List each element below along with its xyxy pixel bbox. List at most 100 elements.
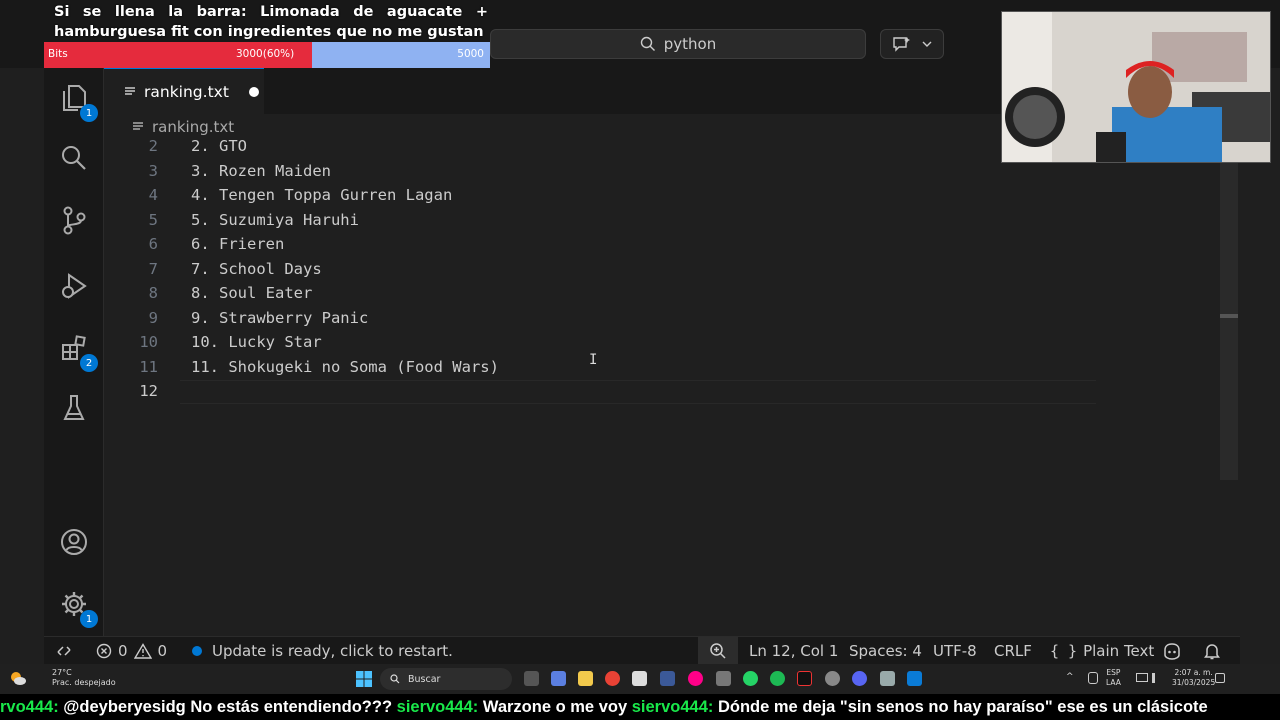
windows-start-icon[interactable] — [356, 671, 372, 687]
windows-taskbar: 27°C Prac. despejado Buscar ^ ESP LAA 2:… — [0, 664, 1280, 694]
source-control-icon[interactable] — [56, 202, 92, 238]
account-icon[interactable] — [56, 524, 92, 560]
code-editor[interactable]: 2 2. GTO 3 3. Rozen Maiden 4 4. Tengen Toppa … — [104, 137, 1238, 636]
line-text: 4. Tengen Toppa Gurren Lagan — [191, 186, 453, 204]
warning-count: 0 — [157, 642, 168, 660]
remote-icon — [57, 646, 71, 656]
problems-indicator[interactable]: 0 0 — [96, 637, 167, 665]
line-number: 12 — [139, 382, 158, 400]
copilot-button[interactable] — [880, 29, 944, 59]
goal-progress-label: 3000(60%) — [236, 48, 295, 60]
text-file-icon — [125, 86, 135, 95]
update-notification[interactable]: Update is ready, click to restart. — [192, 637, 453, 665]
line-number: 10 — [139, 333, 158, 351]
app-icon[interactable] — [880, 671, 895, 686]
settings-gear-icon[interactable]: 1 — [56, 586, 98, 628]
code-line[interactable]: 7 7. School Days — [104, 257, 1104, 282]
end-of-line[interactable]: CRLF — [994, 637, 1032, 665]
line-text: 10. Lucky Star — [191, 333, 322, 351]
code-line[interactable]: 4 4. Tengen Toppa Gurren Lagan — [104, 183, 1104, 208]
network-icon[interactable] — [1136, 673, 1148, 682]
command-center-search[interactable]: python — [490, 29, 866, 59]
testing-icon[interactable] — [56, 390, 92, 426]
tab-ranking-txt[interactable]: ranking.txt — [104, 68, 264, 114]
code-line[interactable]: 5 5. Suzumiya Haruhi — [104, 208, 1104, 233]
discord-icon[interactable] — [852, 671, 867, 686]
input-language[interactable]: ESP LAA — [1106, 668, 1121, 688]
braces-icon: { } — [1050, 642, 1078, 660]
volume-icon[interactable] — [1152, 673, 1162, 683]
vscode-taskbar-icon[interactable] — [907, 671, 922, 686]
store-icon[interactable] — [632, 671, 647, 686]
status-bar: 0 0 Update is ready, click to restart. L… — [44, 636, 1240, 665]
code-line[interactable]: 9 9. Strawberry Panic — [104, 306, 1104, 331]
task-view-icon[interactable] — [524, 671, 539, 686]
run-debug-icon[interactable] — [56, 268, 92, 304]
clock-date: 31/03/2025 — [1172, 678, 1216, 687]
app-icon[interactable] — [825, 671, 840, 686]
tray-chevron-icon[interactable]: ^ — [1066, 672, 1074, 682]
chrome-icon[interactable] — [605, 671, 620, 686]
chat-message: @deyberyesidg No estás entendiendo??? — [63, 698, 393, 716]
line-text: 8. Soul Eater — [191, 284, 313, 302]
line-number: 11 — [139, 357, 158, 376]
line-number: 2 — [148, 137, 158, 155]
scrollbar-cursor-marker — [1220, 314, 1238, 318]
app-icon[interactable] — [660, 671, 675, 686]
explorer-icon[interactable]: 1 — [56, 80, 98, 122]
code-line[interactable]: 12 — [104, 379, 1104, 404]
chat-message: Dónde me deja "sin senos no hay paraíso"… — [717, 698, 1208, 716]
text-cursor-icon: I — [589, 352, 598, 368]
update-message: Update is ready, click to restart. — [212, 642, 453, 660]
vertical-scrollbar[interactable] — [1220, 140, 1238, 480]
copilot-icon — [1164, 643, 1180, 660]
line-text: 6. Frieren — [191, 235, 285, 253]
weather-icon — [11, 672, 26, 685]
file-explorer-icon[interactable] — [578, 671, 593, 686]
warning-icon — [133, 643, 152, 659]
code-line[interactable]: 6 6. Frieren — [104, 232, 1104, 257]
code-line[interactable]: 2 2. GTO — [104, 134, 1104, 159]
lang-bottom: LAA — [1106, 678, 1121, 687]
line-number: 8 — [148, 284, 158, 302]
zoom-indicator[interactable] — [698, 637, 738, 665]
microphone-icon[interactable] — [1088, 672, 1098, 684]
whatsapp-icon[interactable] — [743, 671, 758, 686]
extensions-icon[interactable]: 2 — [56, 330, 98, 372]
remote-indicator[interactable] — [56, 637, 72, 665]
clock[interactable]: 2:07 a. m. 31/03/2025 — [1172, 668, 1215, 688]
zoom-icon — [710, 643, 726, 659]
line-text: 3. Rozen Maiden — [191, 161, 331, 180]
search-icon[interactable] — [56, 140, 92, 176]
search-icon — [390, 674, 400, 684]
encoding[interactable]: UTF-8 — [933, 637, 977, 665]
indentation[interactable]: Spaces: 4 — [849, 637, 922, 665]
notification-center-icon[interactable] — [1215, 673, 1225, 683]
spotify-icon[interactable] — [770, 671, 785, 686]
webcam-overlay — [1001, 11, 1271, 163]
unsaved-dot-icon[interactable] — [248, 86, 259, 97]
weather-widget[interactable]: 27°C Prac. despejado — [52, 668, 116, 688]
code-line[interactable]: 11 11. Shokugeki no Soma (Food Wars) — [104, 355, 1104, 380]
update-dot-icon — [192, 646, 202, 656]
notifications[interactable] — [1204, 637, 1220, 665]
language-label: Plain Text — [1083, 642, 1155, 660]
taskbar-search[interactable]: Buscar — [380, 668, 512, 690]
code-line[interactable]: 10 10. Lucky Star — [104, 330, 1104, 355]
line-number: 5 — [148, 210, 158, 229]
language-mode[interactable]: { } Plain Text — [1050, 637, 1154, 665]
settings-badge: 1 — [80, 610, 98, 628]
goal-progress-bar: Bits 3000(60%) 5000 — [44, 42, 490, 68]
app-icon[interactable] — [716, 671, 731, 686]
chat-user: siervo444: — [396, 698, 479, 716]
copilot-app-icon[interactable] — [551, 671, 566, 686]
explorer-badge: 1 — [80, 104, 98, 122]
copilot-status[interactable] — [1162, 637, 1182, 665]
code-line[interactable]: 8 8. Soul Eater — [104, 281, 1104, 306]
tiktok-icon[interactable] — [797, 671, 812, 686]
code-line[interactable]: 3 3. Rozen Maiden — [104, 159, 1104, 184]
cursor-position[interactable]: Ln 12, Col 1 — [749, 637, 838, 665]
app-icon[interactable] — [688, 671, 703, 686]
chat-message: Warzone o me voy — [482, 698, 628, 716]
line-number: 9 — [148, 308, 158, 327]
